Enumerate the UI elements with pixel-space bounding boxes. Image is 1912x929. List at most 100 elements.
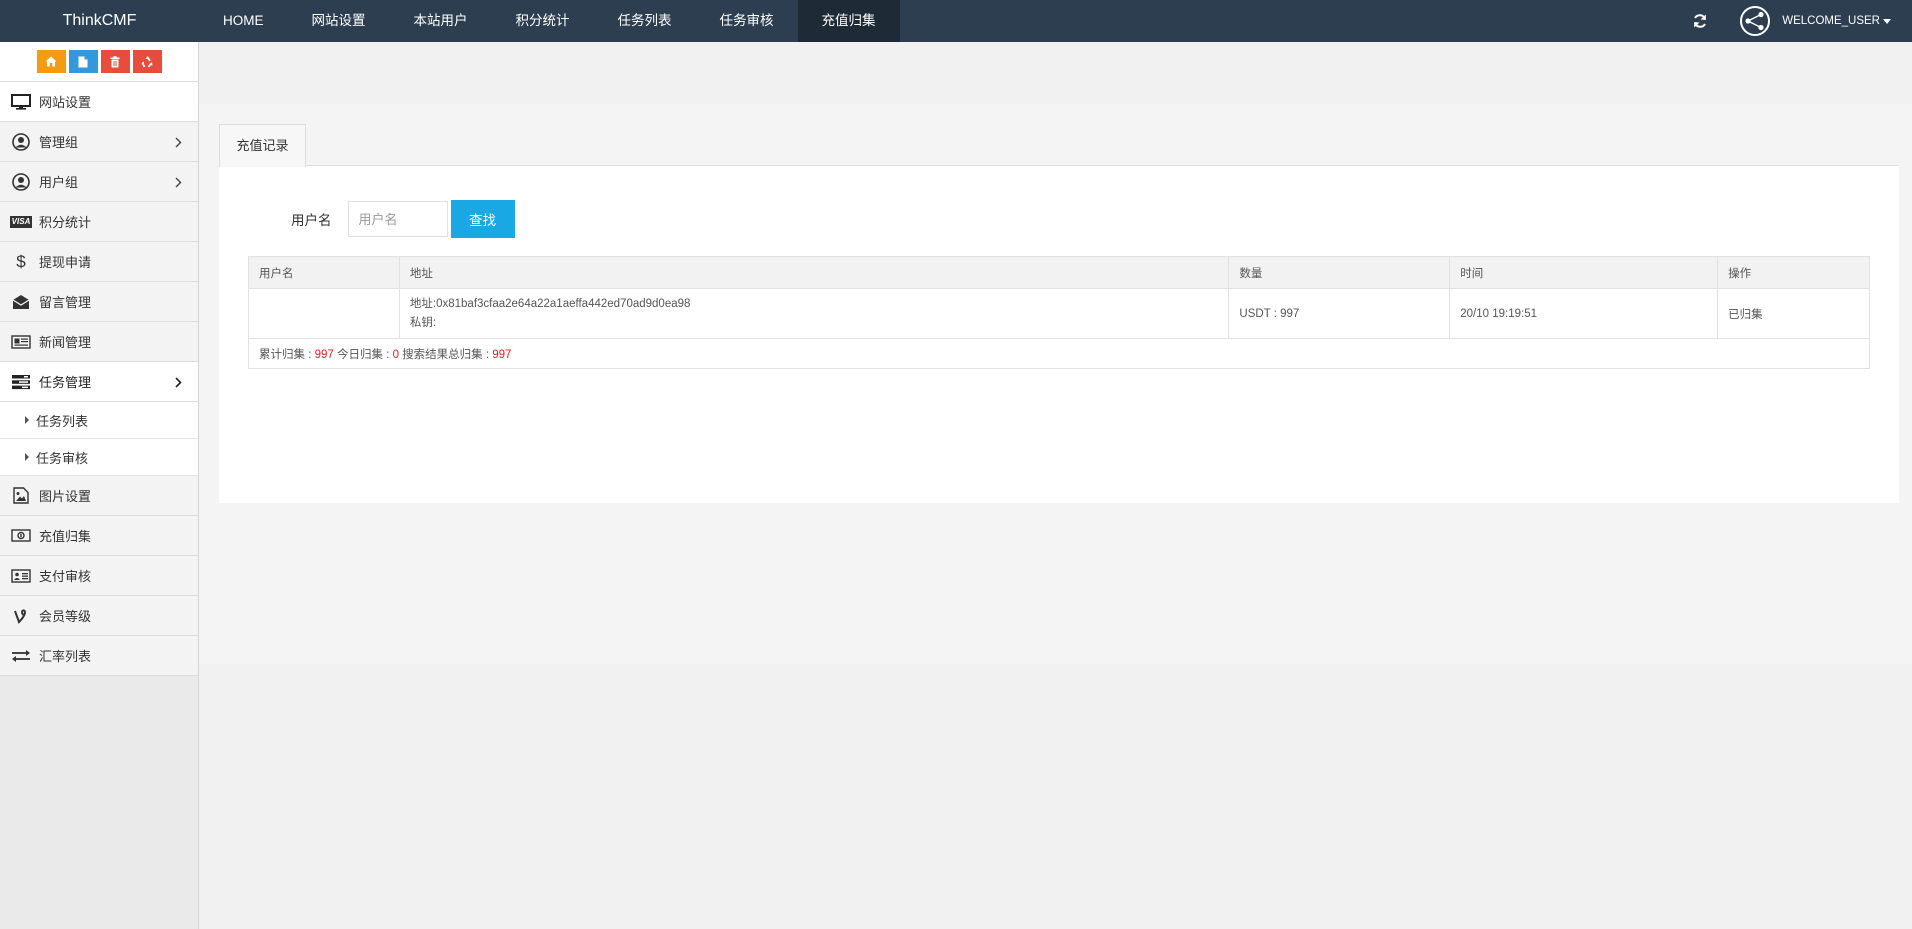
- avatar[interactable]: [1740, 6, 1771, 36]
- sidebar-item-label: 任务管理: [39, 375, 92, 390]
- user-menu[interactable]: WELCOME_USER: [1782, 15, 1891, 27]
- topnav-item-home[interactable]: HOME: [199, 0, 288, 42]
- refresh-icon[interactable]: [1690, 11, 1710, 31]
- visa-icon: VISA: [9, 215, 33, 228]
- cell-amount: USDT : 997: [1228, 288, 1451, 339]
- sidebar-item-news[interactable]: 新闻管理: [0, 322, 198, 362]
- chevron-right-icon: [175, 136, 182, 151]
- summary-today-label: 今日归集 :: [333, 348, 393, 361]
- topnav-item-task-list[interactable]: 任务列表: [594, 0, 696, 42]
- topnav-item-task-review[interactable]: 任务审核: [696, 0, 798, 42]
- summary-search-label: 搜索结果总归集 :: [398, 348, 493, 361]
- sidebar-subitem-label: 任务列表: [36, 413, 89, 429]
- id-card-icon: [10, 567, 32, 585]
- cell-address: 地址:0x81baf3cfaa2e64a22a1aeffa442ed70ad9d…: [398, 288, 1230, 339]
- topnav-item-site-users[interactable]: 本站用户: [390, 0, 492, 42]
- money-icon: [10, 527, 32, 545]
- table-summary-row: 累计归集 : 997 今日归集 : 0 搜索结果总归集 : 997: [248, 338, 1870, 369]
- column-header-amount: 数量: [1228, 256, 1451, 289]
- column-header-action: 操作: [1717, 256, 1870, 289]
- home-icon: [45, 56, 57, 67]
- image-icon: [10, 487, 32, 505]
- search-form: 用户名 查找: [291, 200, 515, 238]
- nav-right: WELCOME_USER: [1690, 0, 1891, 42]
- file-icon: [78, 56, 88, 67]
- sidebar-item-label: 积分统计: [39, 215, 92, 230]
- monitor-icon: [10, 93, 32, 111]
- brand-logo[interactable]: ThinkCMF: [0, 12, 199, 30]
- recycle-icon: [141, 55, 152, 68]
- file-shortcut-button[interactable]: [68, 50, 98, 73]
- sidebar-subitem-task-list[interactable]: 任务列表: [0, 402, 198, 439]
- caret-right-icon: [25, 416, 29, 424]
- top-nav: HOME 网站设置 本站用户 积分统计 任务列表 任务审核 充值归集: [199, 0, 900, 42]
- column-header-time: 时间: [1449, 256, 1719, 289]
- user-name: WELCOME_USER: [1782, 15, 1880, 27]
- sidebar-item-task-management[interactable]: 任务管理: [0, 362, 198, 402]
- search-button[interactable]: 查找: [450, 200, 515, 238]
- sidebar-item-payment-review[interactable]: 支付审核: [0, 556, 198, 596]
- tab-recharge-records[interactable]: 充值记录: [219, 124, 306, 167]
- column-header-address: 地址: [398, 256, 1230, 289]
- sidebar-item-label: 管理组: [39, 135, 79, 150]
- sidebar-item-exchange-rate[interactable]: 汇率列表: [0, 636, 198, 676]
- sidebar-item-member-level[interactable]: 会员等级: [0, 596, 198, 636]
- sidebar-shortcuts: [0, 42, 198, 82]
- trash-shortcut-button[interactable]: [100, 50, 130, 73]
- username-search-input[interactable]: [347, 201, 448, 237]
- sidebar-item-label: 提现申请: [39, 255, 92, 270]
- share-network-icon: [1745, 11, 1764, 31]
- sidebar-subitem-label: 任务审核: [36, 450, 89, 466]
- exchange-icon: [10, 647, 32, 665]
- caret-right-icon: [25, 453, 29, 461]
- sidebar-item-site-settings[interactable]: 网站设置: [0, 82, 198, 122]
- records-table: 用户名 地址 数量 时间 操作 地址:0x81baf3cfaa2e64a22a1…: [248, 256, 1870, 369]
- search-label: 用户名: [291, 213, 332, 228]
- sidebar-item-label: 图片设置: [39, 489, 92, 504]
- wallet-address: 地址:0x81baf3cfaa2e64a22a1aeffa442ed70ad9d…: [409, 297, 691, 310]
- trash-icon: [110, 55, 120, 67]
- table-header-row: 用户名 地址 数量 时间 操作: [248, 256, 1870, 289]
- sidebar-item-admin-group[interactable]: 管理组: [0, 122, 198, 162]
- cell-time: 20/10 19:19:51: [1449, 288, 1719, 339]
- chevron-right-icon: [175, 176, 182, 191]
- user-circle-icon: [10, 132, 32, 151]
- sidebar-item-user-group[interactable]: 用户组: [0, 162, 198, 202]
- sidebar: 网站设置 管理组 用户组 VISA 积分统计 $ 提现申请 留言管理 新闻管理 …: [0, 42, 199, 929]
- sidebar-item-label: 新闻管理: [39, 335, 92, 350]
- vine-icon: [10, 607, 32, 625]
- sidebar-item-points-stats[interactable]: VISA 积分统计: [0, 202, 198, 242]
- sidebar-item-withdrawal[interactable]: $ 提现申请: [0, 242, 198, 282]
- sidebar-subitem-task-review[interactable]: 任务审核: [0, 439, 198, 476]
- user-circle-icon: [10, 172, 32, 191]
- summary-search-value: 997: [492, 348, 512, 361]
- records-panel: 用户名 查找 用户名 地址 数量 时间 操作: [219, 166, 1899, 503]
- home-shortcut-button[interactable]: [36, 50, 66, 73]
- private-key: 私钥:: [409, 316, 437, 329]
- topnav-item-recharge-collect[interactable]: 充值归集: [797, 0, 900, 42]
- tasks-icon: [10, 373, 32, 391]
- chevron-right-icon: [175, 376, 182, 391]
- summary-cell: 累计归集 : 997 今日归集 : 0 搜索结果总归集 : 997: [248, 338, 1870, 369]
- summary-total-value: 997: [314, 348, 334, 361]
- topnav-item-site-settings[interactable]: 网站设置: [288, 0, 390, 42]
- sidebar-item-recharge-collect[interactable]: 充值归集: [0, 516, 198, 556]
- recycle-shortcut-button[interactable]: [132, 50, 162, 73]
- summary-total-label: 累计归集 :: [259, 348, 315, 361]
- dollar-icon: $: [16, 251, 26, 271]
- sidebar-item-label: 汇率列表: [39, 649, 92, 664]
- sidebar-item-label: 支付审核: [39, 569, 92, 584]
- sidebar-item-label: 网站设置: [39, 95, 92, 110]
- sidebar-item-image-settings[interactable]: 图片设置: [0, 476, 198, 516]
- column-header-username: 用户名: [248, 256, 400, 289]
- sidebar-item-label: 充值归集: [39, 529, 92, 544]
- main-content: 充值记录 用户名 查找 用户名 地址 数量 时间 操作: [199, 42, 1912, 929]
- topnav-item-points-stats[interactable]: 积分统计: [492, 0, 594, 42]
- sidebar-item-label: 会员等级: [39, 609, 92, 624]
- cell-username: [248, 288, 400, 339]
- caret-down-icon: [1883, 18, 1891, 24]
- sidebar-item-messages[interactable]: 留言管理: [0, 282, 198, 322]
- table-row: 地址:0x81baf3cfaa2e64a22a1aeffa442ed70ad9d…: [248, 288, 1870, 339]
- envelope-icon: [10, 293, 32, 311]
- sidebar-item-label: 用户组: [39, 175, 79, 190]
